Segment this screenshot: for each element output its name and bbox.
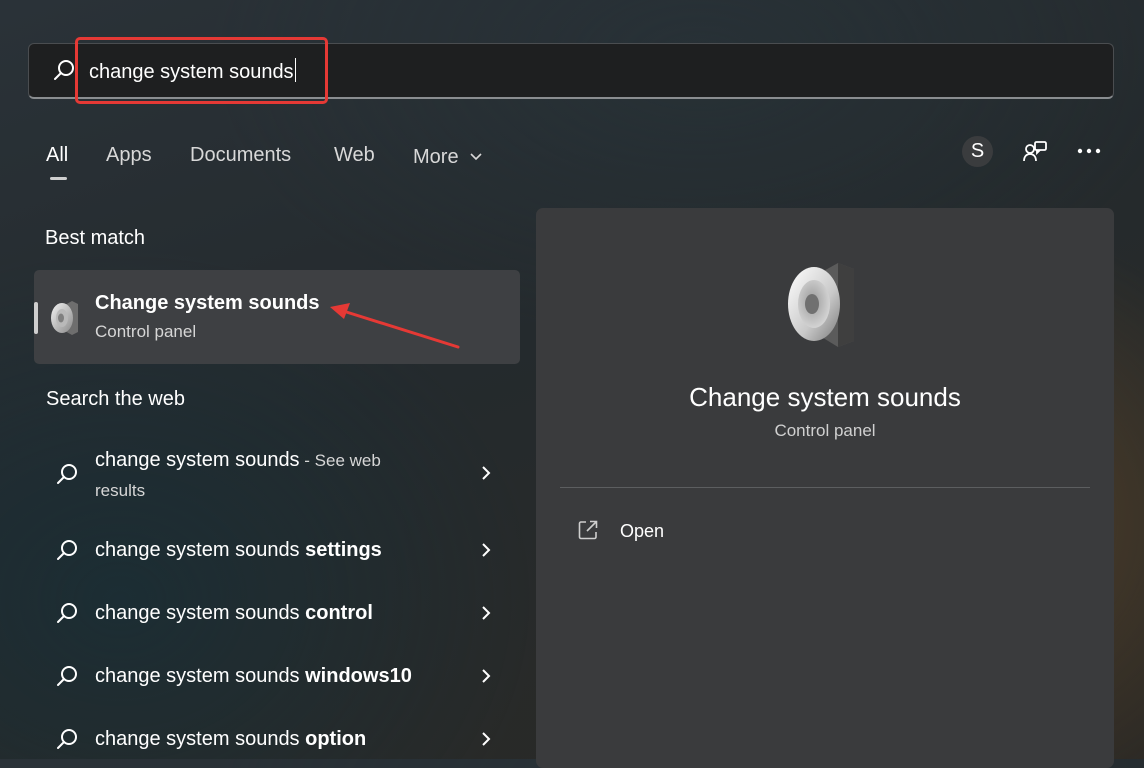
tab-all[interactable]: All <box>46 142 68 168</box>
list-item[interactable]: change system sounds option <box>34 699 520 759</box>
tab-more-label: More <box>413 146 459 168</box>
chevron-right-icon <box>479 667 493 685</box>
search-icon <box>54 726 80 752</box>
chevron-right-icon <box>479 730 493 748</box>
chevron-right-icon <box>479 541 493 559</box>
speaker-icon <box>48 298 84 338</box>
tab-more[interactable]: More <box>413 142 482 170</box>
web-result-suggestion: settings <box>305 539 382 561</box>
web-result-suggestion: control <box>305 602 373 624</box>
ellipsis-icon[interactable] <box>1076 141 1102 161</box>
web-result-suggestion: windows10 <box>305 665 412 687</box>
list-item[interactable]: change system sounds windows10 <box>34 646 520 706</box>
web-result-query: change system sounds <box>95 539 306 561</box>
tab-apps[interactable]: Apps <box>106 142 152 168</box>
best-match-heading: Best match <box>45 227 146 249</box>
search-icon <box>52 58 76 82</box>
open-action[interactable]: Open <box>620 519 664 543</box>
selection-indicator <box>34 302 38 334</box>
web-result-text: change system sounds option <box>95 726 366 752</box>
web-result-suggestion: option <box>305 728 367 750</box>
best-match-title: Change system sounds <box>95 292 320 314</box>
list-item[interactable]: change system sounds settings <box>34 520 520 580</box>
chevron-right-icon <box>479 464 493 482</box>
search-highlight-annotation <box>75 37 328 104</box>
search-icon <box>54 600 80 626</box>
search-icon <box>54 663 80 689</box>
web-result-query: change system sounds <box>95 602 306 624</box>
tab-active-indicator <box>50 177 67 180</box>
web-result-query: change system sounds <box>95 665 306 687</box>
tab-documents[interactable]: Documents <box>190 142 291 168</box>
avatar[interactable]: S <box>962 136 993 167</box>
list-item[interactable]: change system sounds - See web results <box>34 443 520 513</box>
chevron-right-icon <box>479 604 493 622</box>
open-external-icon[interactable] <box>577 519 599 541</box>
search-icon <box>54 461 80 487</box>
web-result-query: change system sounds <box>95 728 306 750</box>
chevron-down-icon <box>470 142 482 168</box>
web-result-text: change system sounds windows10 <box>95 663 412 689</box>
list-item[interactable]: change system sounds control <box>34 583 520 643</box>
search-icon <box>54 537 80 563</box>
speaker-icon <box>782 257 866 351</box>
tab-web[interactable]: Web <box>334 142 375 168</box>
preview-title: Change system sounds <box>689 382 961 412</box>
web-result-text: change system sounds - See web <box>95 447 381 474</box>
web-result-text: change system sounds control <box>95 600 373 626</box>
best-match-subtitle: Control panel <box>95 322 197 341</box>
see-web-results-label-line2: results <box>95 481 146 500</box>
web-result-text: change system sounds settings <box>95 537 382 563</box>
see-web-results-label: - See web <box>299 451 381 470</box>
web-result-query: change system sounds <box>95 449 300 471</box>
search-web-heading: Search the web <box>46 388 185 410</box>
divider <box>560 487 1090 488</box>
feedback-hub-icon[interactable] <box>1022 140 1048 164</box>
annotation-arrow <box>330 303 460 349</box>
preview-subtitle: Control panel <box>774 421 876 440</box>
